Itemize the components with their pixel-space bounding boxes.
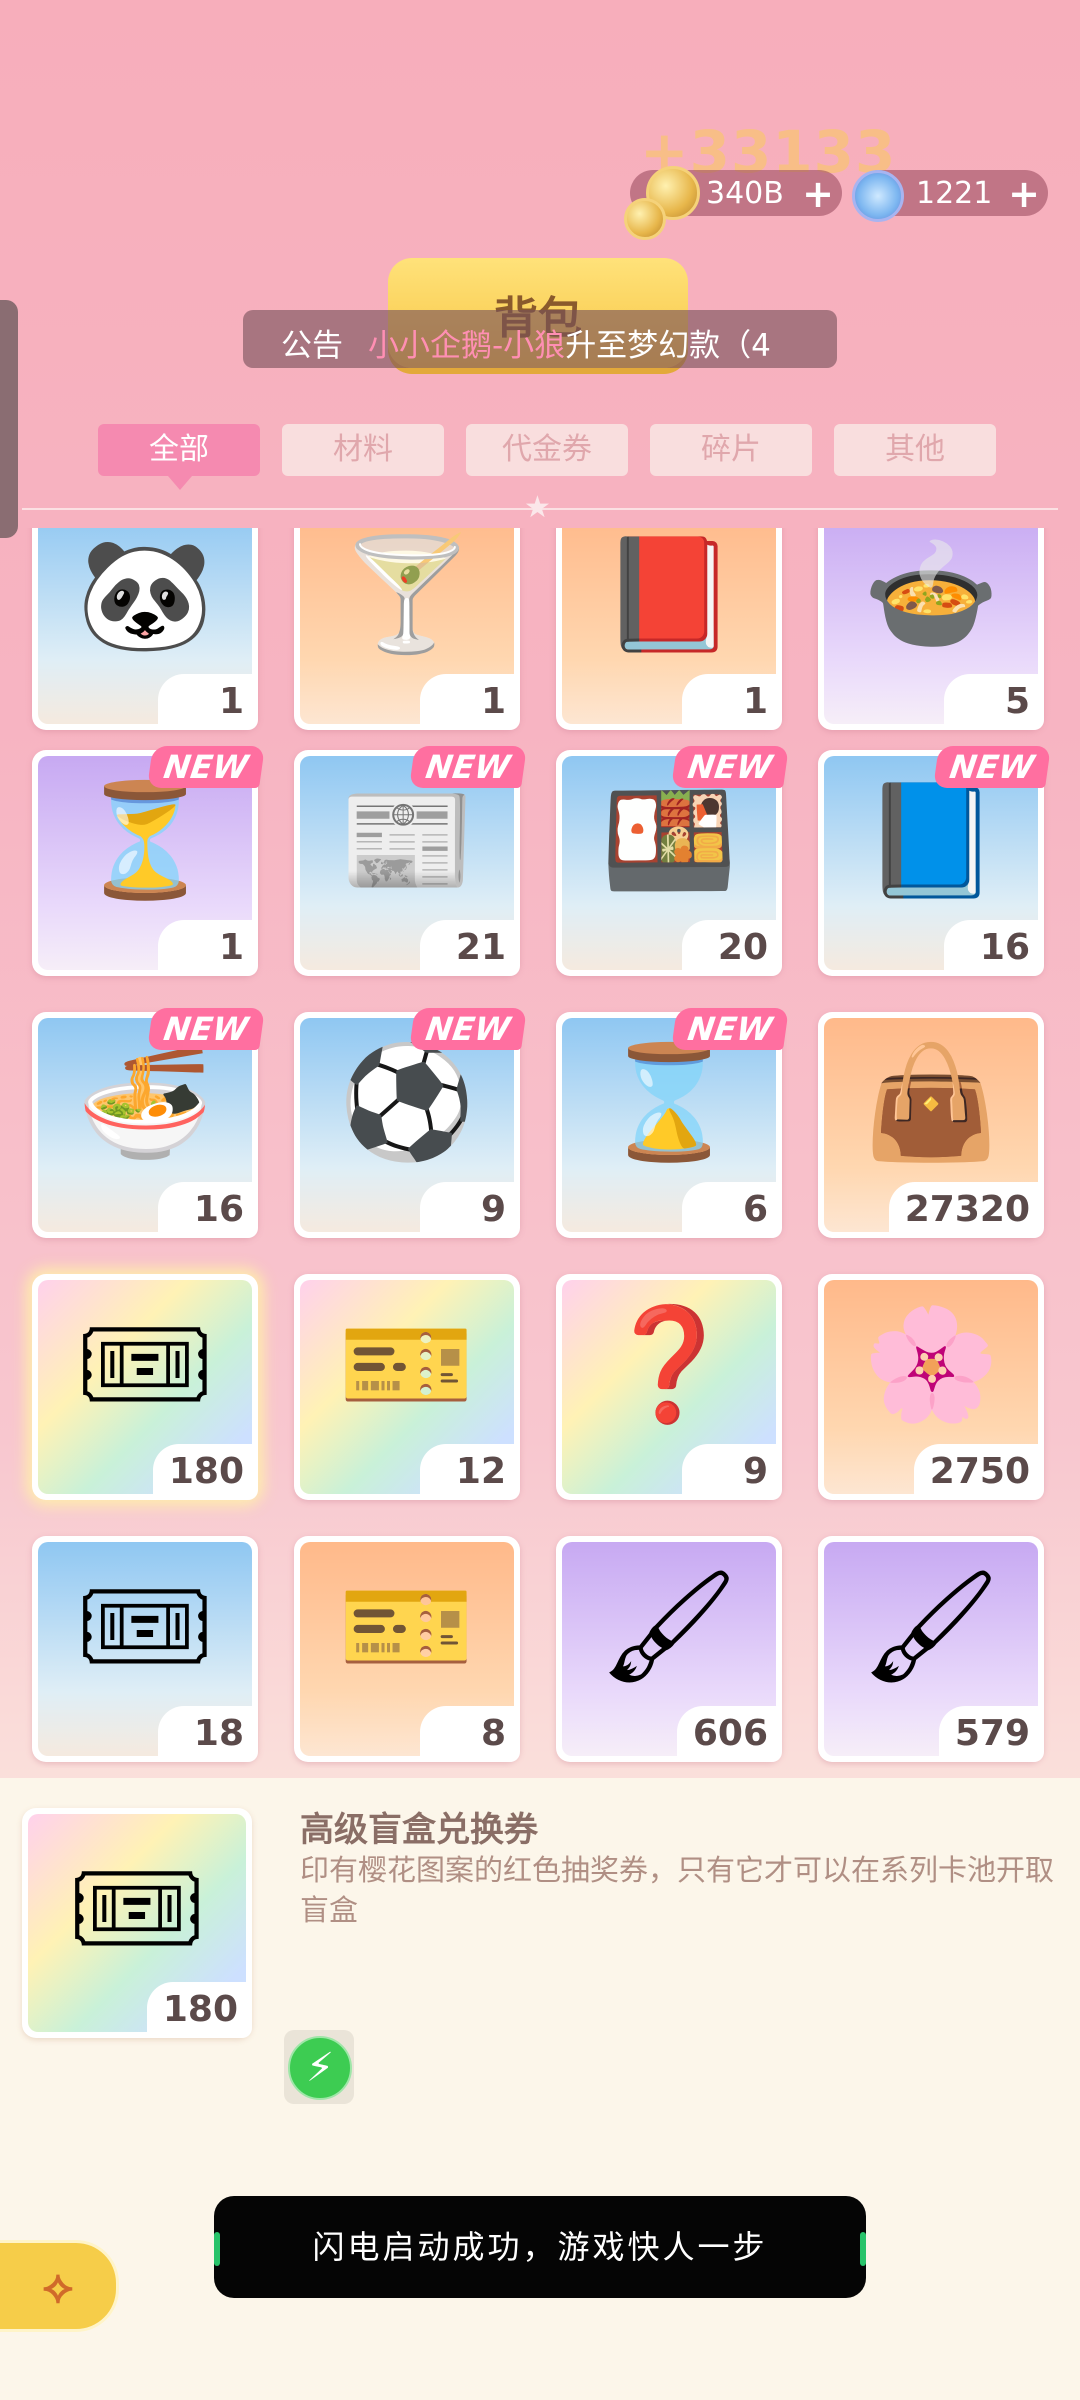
item-count: 579 [938,1706,1044,1762]
item-card[interactable]: 🍸 1 [294,528,520,730]
coin-stack-icon [624,198,666,240]
gem-amount: 1221 [916,176,993,211]
sakura-ticket-icon: 🎟 [67,1844,207,1972]
item-card[interactable]: 🖌 579 [818,1536,1044,1762]
tab-1[interactable]: 材料 [282,424,444,476]
green-paint-roller-icon: 🖌 [599,1562,739,1690]
rainbow-avatar-ticket-icon: 🎫 [338,1300,476,1428]
magnifier-book-icon: 📘 [862,776,1000,904]
detail-item-count: 180 [146,1982,252,2038]
tab-3[interactable]: 碎片 [650,424,812,476]
new-badge: NEW [933,746,1051,788]
lightning-boost-icon[interactable]: ⚡ [284,2030,354,2104]
coin-amount: 340B [706,176,784,211]
snowflake-gem-icon [852,170,904,222]
item-card[interactable]: ⏳ NEW 1 [32,746,265,976]
green-hourglass-icon: ⌛ [600,1038,738,1166]
item-card[interactable]: ⌛ NEW 6 [556,1008,789,1238]
item-count: 1 [420,674,520,730]
item-count: 1 [158,920,258,976]
item-card[interactable]: 🍱 NEW 20 [556,746,789,976]
ramen-bowl-icon: 🍜 [76,1038,214,1166]
toast-message: 闪电启动成功，游戏快人一步 [214,2196,866,2298]
item-count: 1 [158,674,258,730]
mapo-tofu-icon: 🍲 [862,530,1000,658]
item-card[interactable]: 📕 1 [556,528,782,730]
back-button[interactable]: ⟡ [0,2240,119,2332]
soccer-ball-icon: ⚽ [338,1038,476,1166]
bag-ticket-icon: 🎫 [338,1562,476,1690]
item-card[interactable]: 🍜 NEW 16 [32,1008,265,1238]
item-count: 180 [152,1444,258,1500]
add-coins-button[interactable]: + [802,172,834,216]
star-ornament-icon: ★ [524,490,551,525]
announcement-message: 升至梦幻款（4 [565,328,771,364]
mystery-ticket-icon: ❓ [600,1300,738,1428]
item-card[interactable]: 🎫 8 [294,1536,520,1762]
item-count: 27320 [888,1182,1044,1238]
item-count: 16 [158,1182,258,1238]
tab-2[interactable]: 代金券 [466,424,628,476]
item-count: 18 [158,1706,258,1762]
announcement-text: 小小企鹅-小狼升至梦幻款（4 [368,320,771,365]
item-card[interactable]: 🎫 12 [294,1274,520,1500]
item-count: 5 [944,674,1044,730]
item-grid: 🐼 1 🍸 1 📕 1 🍲 5 ⏳ NEW 1 📰 NEW 21 🍱 NEW 20 📘 NEW 16 🍜 NEW 16 ⚽ NE… [0,528,1080,1768]
item-card[interactable]: 📰 NEW 21 [294,746,527,976]
blue-drink-penguin-icon: 🍸 [338,530,476,658]
announcement-player: 小小企鹅-小狼 [368,328,566,364]
item-card[interactable]: 🍲 5 [818,528,1044,730]
panda-plush-icon: 🐼 [76,530,214,658]
item-count: 20 [682,920,782,976]
detail-item-name: 高级盲盒兑换券 [300,1810,538,1850]
item-card[interactable]: 🎟 18 [32,1536,258,1762]
new-badge: NEW [147,746,265,788]
side-drawer-handle[interactable] [0,300,18,538]
item-count: 9 [682,1444,782,1500]
new-badge: NEW [671,746,789,788]
item-card[interactable]: ❓ 9 [556,1274,782,1500]
pink-paint-roller-icon: 🖌 [861,1562,1001,1690]
detail-item-description: 印有樱花图案的红色抽奖券，只有它才可以在系列卡池开取盲盒 [300,1853,1055,1927]
item-count: 12 [420,1444,520,1500]
sakura-ticket-icon: 🎟 [75,1300,215,1428]
item-count: 2750 [913,1444,1044,1500]
tab-0[interactable]: 全部 [98,424,260,490]
item-card[interactable]: 🖌 606 [556,1536,782,1762]
item-card[interactable]: ⚽ NEW 9 [294,1008,527,1238]
item-card[interactable]: 📘 NEW 16 [818,746,1051,976]
item-card[interactable]: 👜 27320 [818,1012,1044,1238]
blue-wave-ticket-icon: 🎟 [75,1562,215,1690]
newspaper-icon: 📰 [338,776,476,904]
blue-hourglass-icon: ⏳ [76,776,214,904]
lightning-icon: ⚡ [288,2036,352,2100]
item-count: 606 [676,1706,782,1762]
detail-item-card: 🎟 180 [22,1808,252,2038]
item-card[interactable]: 🌸 2750 [818,1274,1044,1500]
bento-box-icon: 🍱 [600,776,738,904]
item-count: 21 [420,920,520,976]
item-count: 16 [944,920,1044,976]
add-gems-button[interactable]: + [1008,172,1040,216]
item-count: 1 [682,674,782,730]
pink-bag-coin-icon: 👜 [862,1038,1000,1166]
announcement-label: 公告 [281,328,343,364]
item-count: 9 [420,1182,520,1238]
item-card[interactable]: 🎟 180 [32,1274,258,1500]
announcement-bar: 公告 小小企鹅-小狼升至梦幻款（4 [243,310,837,368]
new-badge: NEW [147,1008,265,1050]
item-card[interactable]: 🐼 1 [32,528,258,730]
new-badge: NEW [409,1008,527,1050]
cherry-blossom-icon: 🌸 [862,1300,1000,1428]
music-notebook-icon: 📕 [600,530,738,658]
item-count: 8 [420,1706,520,1762]
new-badge: NEW [409,746,527,788]
item-count: 6 [682,1182,782,1238]
new-badge: NEW [671,1008,789,1050]
tab-4[interactable]: 其他 [834,424,996,476]
